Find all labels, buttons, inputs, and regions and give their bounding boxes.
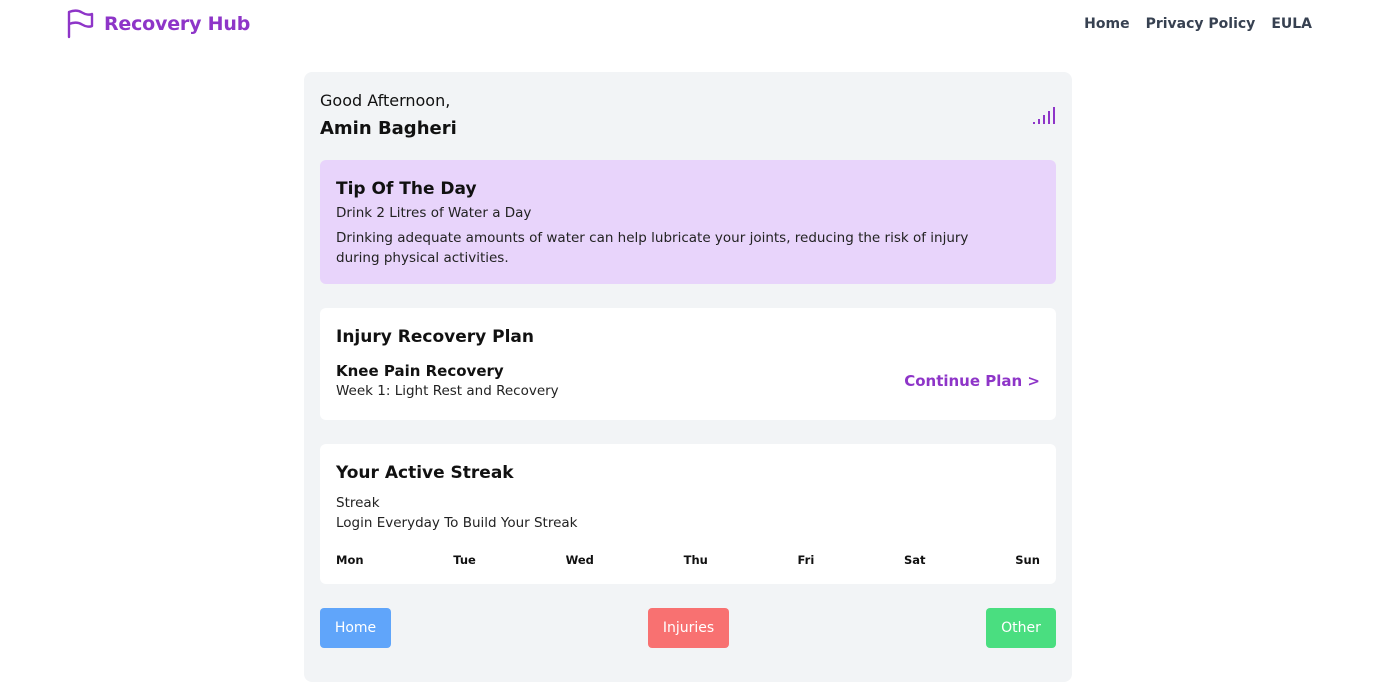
- top-navbar: Recovery Hub Home Privacy Policy EULA: [0, 0, 1376, 48]
- brand-name: Recovery Hub: [104, 13, 251, 35]
- dashboard-panel: Good Afternoon, Amin Bagheri Tip Of The …: [304, 72, 1072, 682]
- day-wed: Wed: [565, 553, 594, 567]
- brand-logo-link[interactable]: Recovery Hub: [66, 9, 250, 39]
- home-button[interactable]: Home: [320, 608, 391, 648]
- injuries-button[interactable]: Injuries: [648, 608, 729, 648]
- signal-bars-icon: [1033, 107, 1055, 124]
- recovery-plan-card: Injury Recovery Plan Knee Pain Recovery …: [320, 308, 1056, 420]
- other-button[interactable]: Other: [986, 608, 1056, 648]
- day-thu: Thu: [683, 553, 708, 567]
- streak-label: Streak: [336, 495, 380, 511]
- flag-icon: [67, 9, 94, 39]
- streak-days-row: Mon Tue Wed Thu Fri Sat Sun: [336, 553, 1040, 567]
- active-streak-card: Your Active Streak Streak Login Everyday…: [320, 444, 1056, 584]
- day-sat: Sat: [903, 553, 926, 567]
- nav-eula-link[interactable]: EULA: [1271, 16, 1312, 32]
- streak-card-title: Your Active Streak: [336, 463, 514, 483]
- day-tue: Tue: [453, 553, 476, 567]
- streak-hint: Login Everyday To Build Your Streak: [336, 515, 578, 531]
- day-fri: Fri: [797, 553, 815, 567]
- nav-privacy-link[interactable]: Privacy Policy: [1146, 16, 1256, 32]
- tip-body: Drinking adequate amounts of water can h…: [336, 230, 969, 266]
- tip-of-the-day-card: Tip Of The Day Drink 2 Litres of Water a…: [320, 160, 1056, 284]
- plan-card-title: Injury Recovery Plan: [336, 327, 534, 347]
- tip-subtitle: Drink 2 Litres of Water a Day: [336, 205, 532, 221]
- greeting-text: Good Afternoon,: [320, 91, 451, 110]
- day-mon: Mon: [336, 553, 364, 567]
- tip-title: Tip Of The Day: [336, 179, 477, 199]
- main-nav: Home Privacy Policy EULA: [1084, 16, 1312, 32]
- nav-home-link[interactable]: Home: [1084, 16, 1129, 32]
- day-sun: Sun: [1015, 553, 1040, 567]
- continue-plan-link[interactable]: Continue Plan >: [904, 372, 1040, 390]
- user-name: Amin Bagheri: [320, 118, 457, 139]
